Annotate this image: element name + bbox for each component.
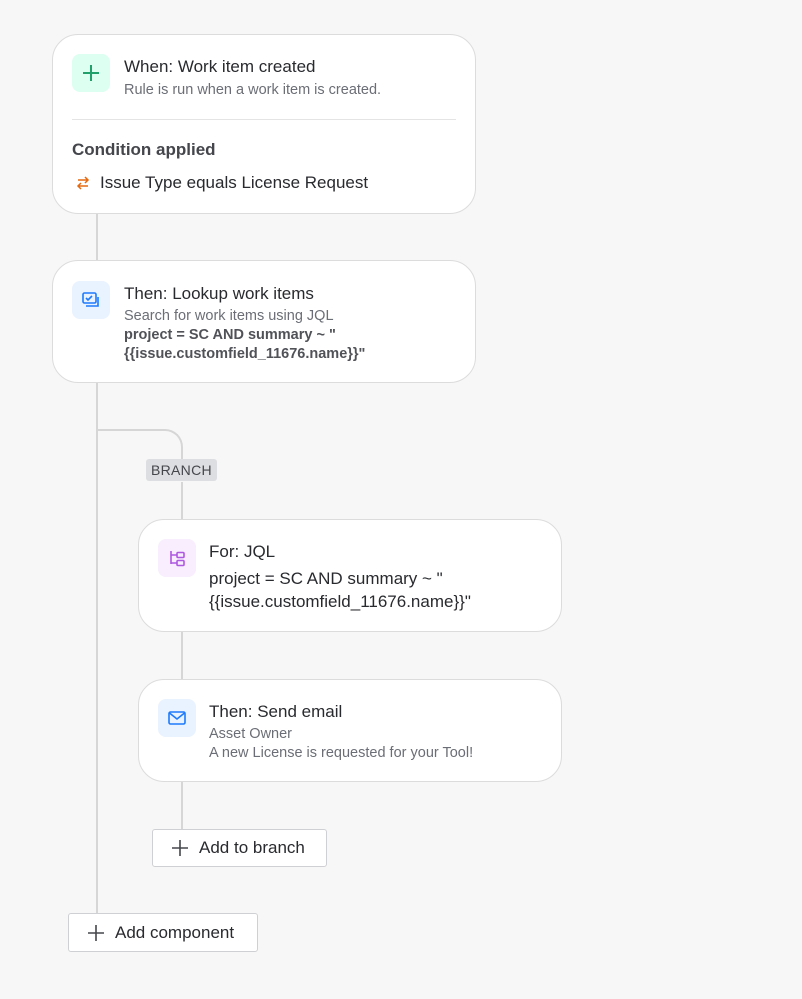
trigger-title: When: Work item created	[124, 57, 316, 76]
for-jql-card[interactable]: For: JQL project = SC AND summary ~ " {{…	[138, 519, 562, 632]
branch-icon-box	[158, 539, 196, 577]
trigger-subtitle: Rule is run when a work item is created.	[124, 82, 382, 98]
plus-icon	[83, 65, 99, 81]
lookup-subtitle: Search for work items using JQL	[124, 308, 334, 324]
mail-icon	[168, 711, 186, 725]
trigger-card[interactable]: When: Work item created Rule is run when…	[52, 34, 476, 214]
condition-text: Issue Type equals License Request	[100, 173, 369, 192]
lookup-icon	[82, 292, 99, 307]
mail-icon-box	[158, 699, 196, 737]
lookup-query-line2: {{issue.customfield_11676.name}}"	[124, 346, 366, 362]
plus-icon	[87, 924, 105, 942]
condition-heading: Condition applied	[72, 140, 216, 159]
send-email-title: Then: Send email	[209, 702, 343, 721]
branch-icon	[170, 551, 185, 567]
trigger-divider	[72, 119, 456, 120]
send-email-body: A new License is requested for your Tool…	[209, 745, 474, 761]
branch-badge: BRANCH	[146, 459, 217, 481]
for-jql-title: For: JQL	[209, 542, 276, 561]
branch-connector-curve	[97, 429, 183, 459]
add-to-branch-button[interactable]: Add to branch	[152, 829, 327, 867]
lookup-query-line1: project = SC AND summary ~ "	[124, 327, 336, 343]
lookup-title: Then: Lookup work items	[124, 284, 314, 303]
connector-branch-top	[181, 482, 183, 520]
add-component-label: Add component	[115, 922, 235, 942]
connector-branch-bottom	[181, 781, 183, 830]
trigger-icon-box	[72, 54, 110, 92]
for-jql-line1: project = SC AND summary ~ "	[209, 569, 443, 588]
send-email-recipient: Asset Owner	[209, 726, 292, 742]
add-component-button[interactable]: Add component	[68, 913, 258, 952]
lookup-card[interactable]: Then: Lookup work items Search for work …	[52, 260, 476, 383]
connector-branch-mid	[181, 631, 183, 680]
for-jql-line2: {{issue.customfield_11676.name}}"	[209, 592, 471, 611]
plus-icon	[171, 839, 189, 857]
lookup-icon-box	[72, 281, 110, 319]
add-to-branch-label: Add to branch	[199, 838, 305, 857]
swap-icon	[76, 176, 90, 190]
send-email-card[interactable]: Then: Send email Asset Owner A new Licen…	[138, 679, 562, 782]
